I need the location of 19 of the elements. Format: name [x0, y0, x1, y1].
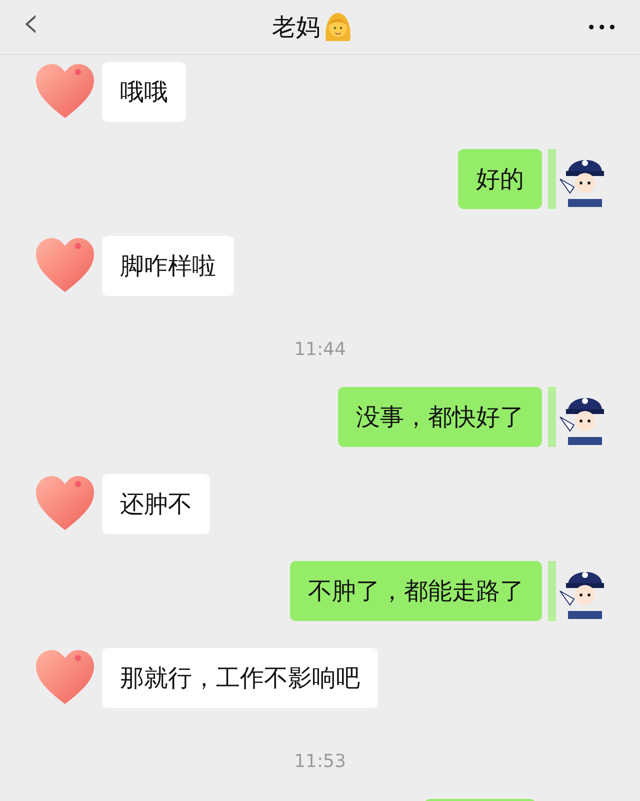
received-message: 哦哦 [102, 62, 186, 122]
police-cartoon-avatar-drawing [548, 561, 606, 621]
timestamp: 11:53 [294, 751, 346, 772]
sent-message: 好的 [458, 149, 542, 209]
received-message: 那就行，工作不影响吧 [102, 648, 378, 708]
sent-message: 不肿了，都能走路了 [290, 561, 542, 621]
more-button[interactable]: ••• [586, 18, 618, 36]
sent-message: 没事，都快好了 [338, 387, 542, 447]
received-message: 还肿不 [102, 474, 210, 534]
heart-avatar-icon [34, 648, 96, 706]
timestamp: 11:44 [294, 339, 346, 360]
heart-avatar-icon [34, 236, 96, 294]
police-cartoon-avatar-drawing [548, 387, 606, 447]
police-cartoon-avatar-drawing [548, 149, 606, 209]
chat-title: 老妈 [272, 12, 320, 43]
heart-avatar-icon [34, 62, 96, 120]
heart-avatar-icon [34, 474, 96, 532]
back-button[interactable]: ‹ [22, 1, 40, 45]
received-message: 脚咋样啦 [102, 236, 234, 296]
